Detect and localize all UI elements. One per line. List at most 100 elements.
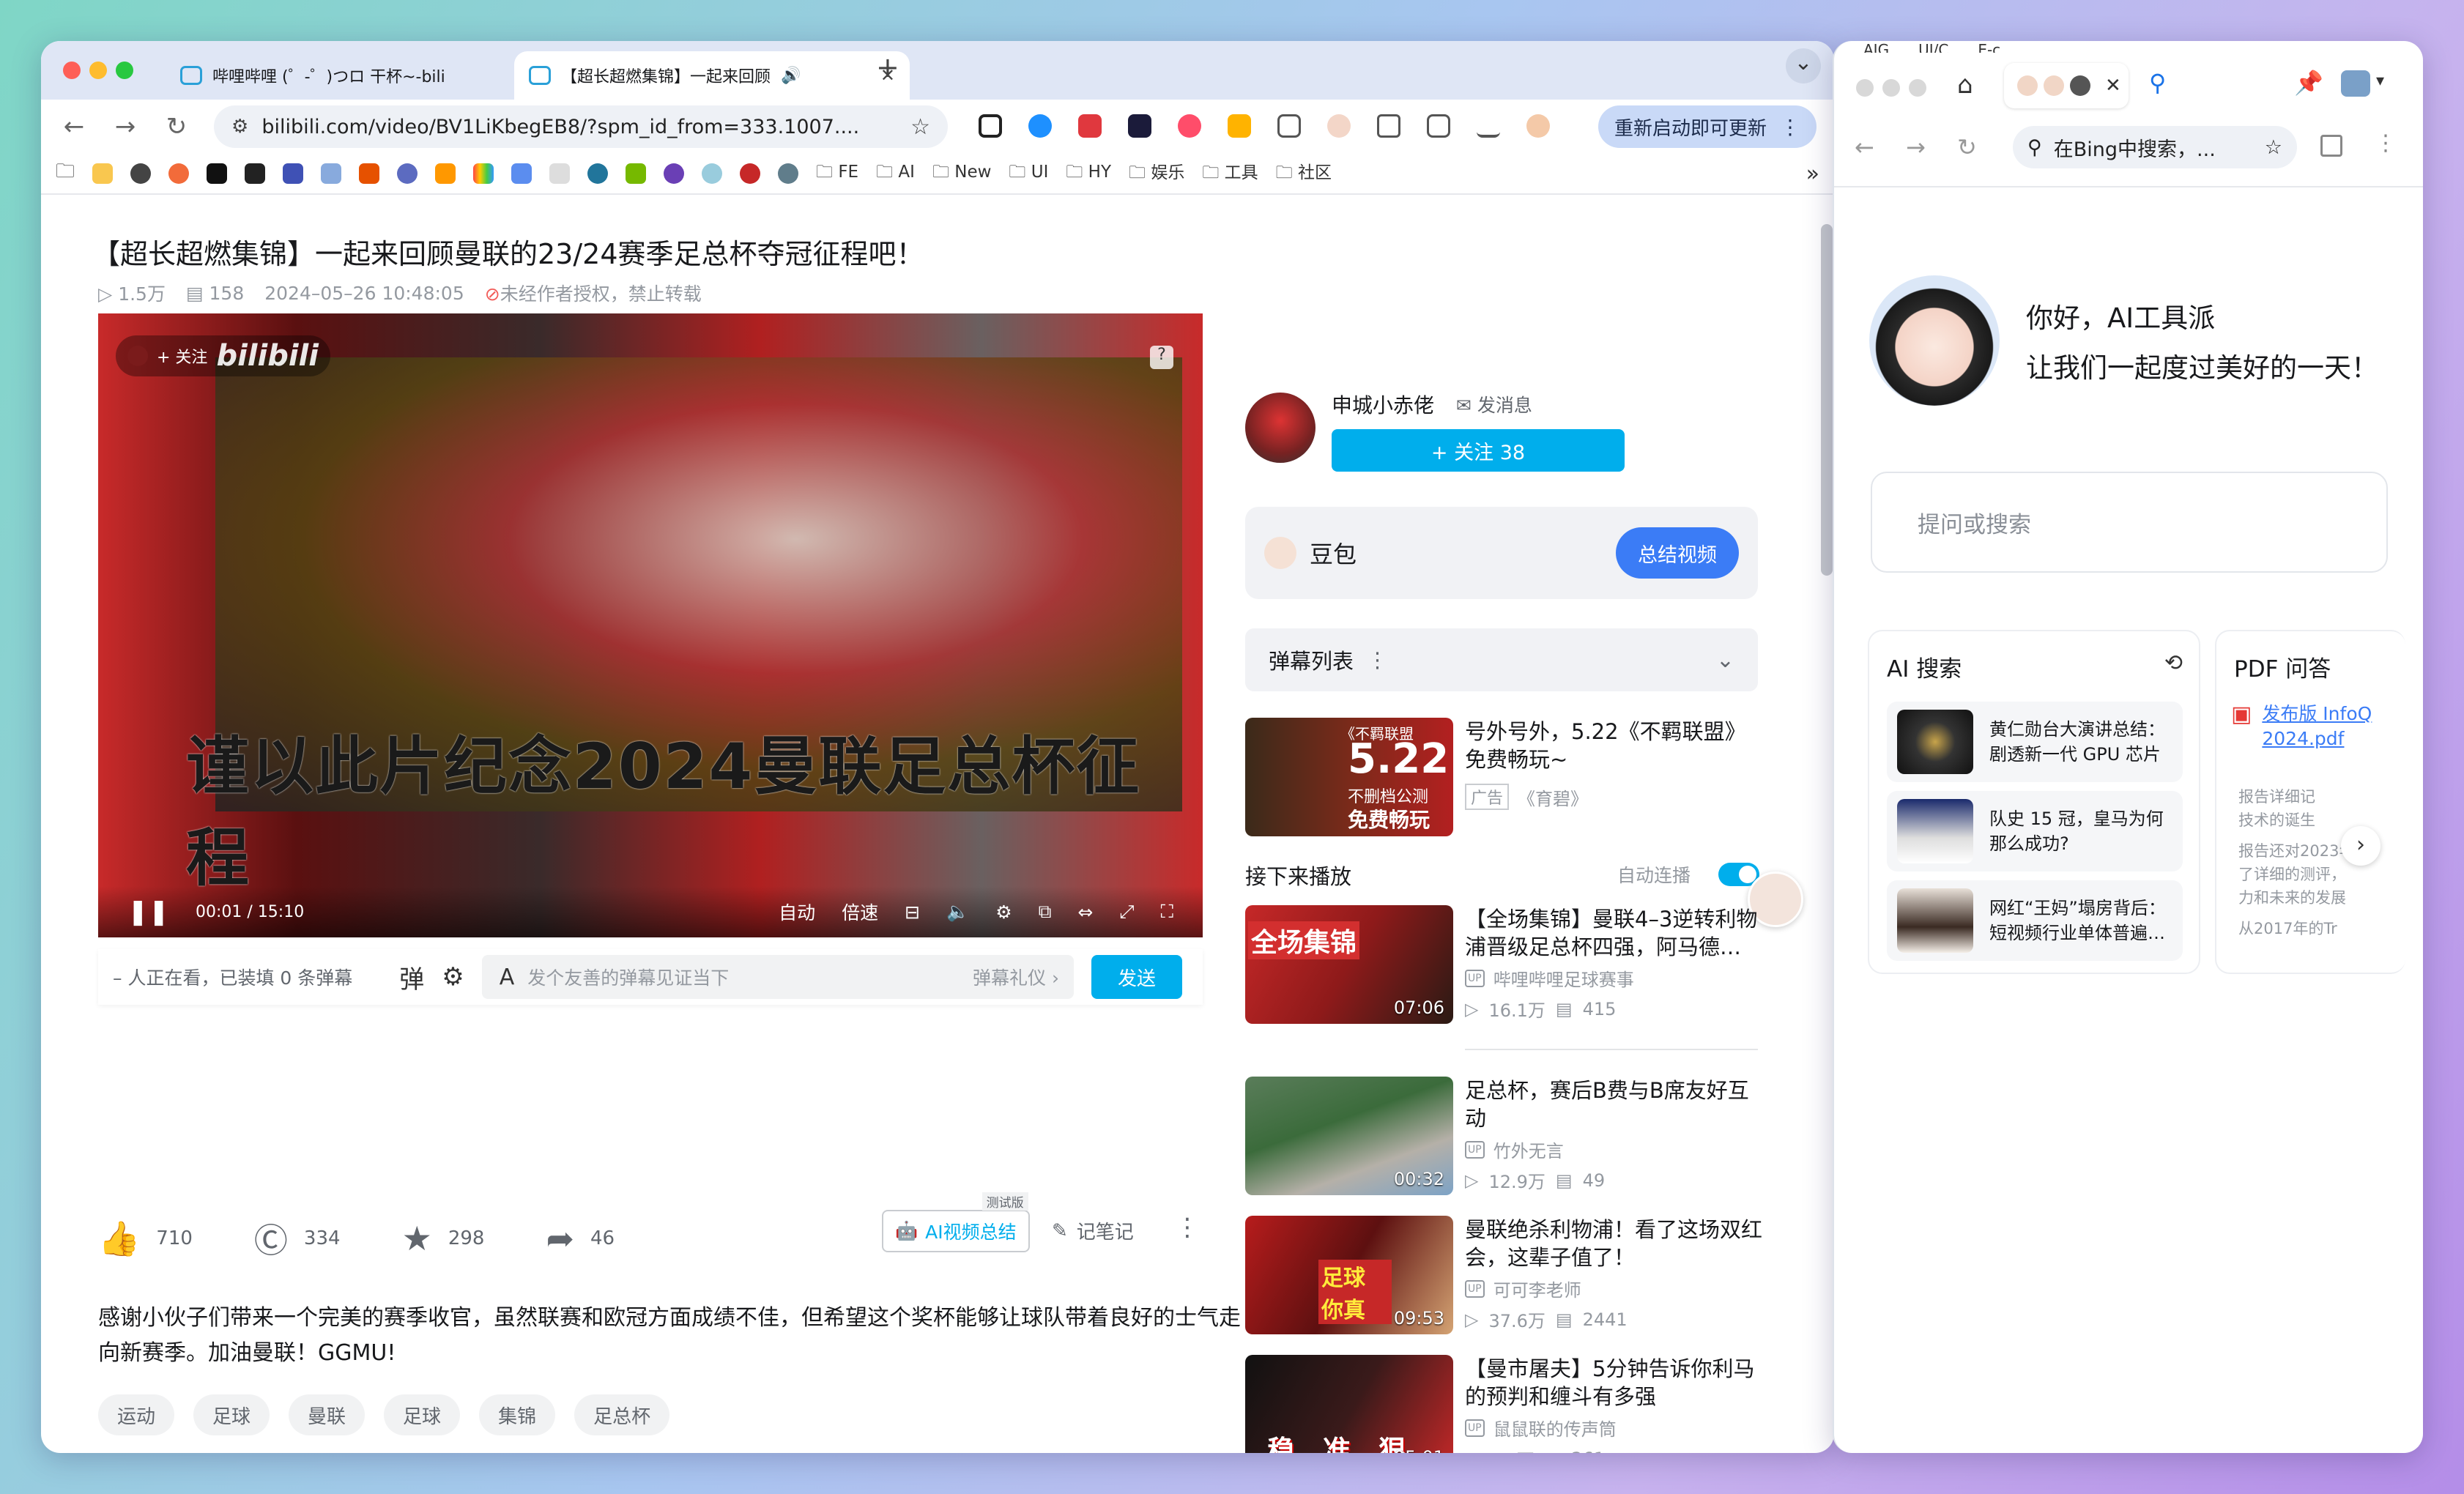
profile-avatar-icon[interactable]	[1526, 114, 1550, 138]
search-tab-icon[interactable]: ⚲	[2149, 69, 2166, 97]
danmaku-etiquette-link[interactable]: 弹幕礼仪 ›	[973, 964, 1059, 990]
close-window-button[interactable]	[1856, 79, 1874, 97]
bookmark-folder-fe[interactable]: 🗀 FE	[816, 160, 858, 188]
reading-list-icon[interactable]	[1427, 114, 1450, 138]
uploader-avatar[interactable]	[1245, 393, 1316, 463]
arc-extension-icon[interactable]	[1128, 114, 1151, 138]
menu-kebab-icon[interactable]: ⋮	[2375, 130, 2397, 156]
avatar-extension-icon[interactable]	[1327, 114, 1351, 138]
bookmark-icon[interactable]	[435, 163, 456, 184]
address-bar[interactable]: ⚙ bilibili.com/video/BV1LiKbegEB8/?spm_i…	[214, 105, 948, 148]
bookmark-icon[interactable]	[511, 163, 532, 184]
folder-icon[interactable]: 🗀	[56, 157, 75, 190]
bolt-extension-icon[interactable]	[1228, 114, 1251, 138]
side-search-bar[interactable]: ⚲ 在Bing中搜索，... ☆	[2013, 126, 2297, 168]
bookmark-icon[interactable]	[283, 163, 304, 184]
send-message-link[interactable]: ✉ 发消息	[1456, 391, 1532, 417]
tag-item[interactable]: 足球	[193, 1394, 270, 1435]
ad-card[interactable]: 《不羁联盟 5.22 不删档公测 免费畅玩 号外号外，5.22《不羁联盟》免费畅…	[1245, 718, 1758, 838]
chevron-down-icon[interactable]: ▾	[2376, 72, 2384, 90]
bookmark-folder-hy[interactable]: 🗀 HY	[1066, 160, 1111, 188]
side-tab[interactable]: ✕	[2004, 63, 2129, 108]
bookmark-icon[interactable]	[626, 163, 647, 184]
new-tab-button[interactable]: +	[876, 51, 899, 83]
pip-icon[interactable]: ⧉	[1039, 901, 1052, 923]
ai-search-item[interactable]: 队史 15 冠，皇马为何那么成功?	[1887, 791, 2183, 871]
reader-extension-icon[interactable]	[1078, 114, 1102, 138]
chevron-down-icon[interactable]: ⌄	[1716, 647, 1734, 673]
more-bookmarks-icon[interactable]: »	[1806, 161, 1819, 187]
tag-item[interactable]: 曼联	[289, 1394, 365, 1435]
bookmark-folder-entertainment[interactable]: 🗀 娱乐	[1129, 158, 1184, 189]
refresh-search-icon[interactable]: ⟲	[2164, 650, 2183, 676]
tab-search-dropdown[interactable]: ⌄	[1786, 48, 1821, 83]
ai-search-item[interactable]: 网红“王妈”塌房背后：短视频行业单体普遍…	[1887, 880, 2183, 961]
yi-extension-icon[interactable]	[1178, 114, 1201, 138]
bookmark-icon[interactable]	[473, 163, 494, 184]
minimize-window-button[interactable]	[1882, 79, 1900, 97]
profile-menu-icon[interactable]	[2341, 70, 2370, 97]
next-card-arrow-icon[interactable]: ›	[2341, 826, 2380, 866]
reload-icon[interactable]: ↻	[1957, 133, 1977, 161]
danmaku-list-more-icon[interactable]: ⋮	[1367, 647, 1388, 672]
zoom-window-button[interactable]	[1909, 79, 1926, 97]
rec-video[interactable]: 00:32 足总杯，赛后B费与B席友好互动 UP 竹外无言 ▷ 12.9万 ▤ 49	[1245, 1077, 1758, 1197]
sidebar-toggle-icon[interactable]	[2320, 135, 2342, 157]
coin-button[interactable]: Ⓒ 334	[254, 1214, 341, 1263]
speed-button[interactable]: 倍速	[842, 899, 878, 925]
subtitle-toggle-icon[interactable]: ⊟	[905, 902, 920, 923]
bookmark-folder-new[interactable]: 🗀 New	[932, 160, 991, 188]
home-icon[interactable]: ⌂	[1957, 70, 1973, 100]
tag-item[interactable]: 集锦	[479, 1394, 556, 1435]
rec-video[interactable]: 足球 你真 09:53 曼联绝杀利物浦！看了这场双红会，这辈子值了！ UP 可可李…	[1245, 1216, 1762, 1336]
uploader-name[interactable]: 申城小赤佬	[1332, 390, 1434, 419]
pause-icon[interactable]: ❚❚	[127, 897, 169, 926]
pin-icon[interactable]: 📌	[2294, 69, 2323, 97]
volume-icon[interactable]: 🔈	[946, 901, 969, 923]
tab-bilibili-home[interactable]: 哔哩哔哩 (゜-゜)つロ 干杯~-bili ✕	[166, 51, 546, 100]
bookmark-icon[interactable]	[778, 163, 799, 184]
ai-search-item[interactable]: 黄仁勋台大演讲总结：剧透新一代 GPU 芯片	[1887, 702, 2183, 782]
more-actions-icon[interactable]: ⋮	[1175, 1213, 1200, 1242]
close-tab-icon[interactable]: ✕	[2105, 75, 2121, 97]
bookmark-star-icon[interactable]: ☆	[2265, 136, 2282, 159]
danmaku-input[interactable]: A 发个友善的弹幕见证当下 弹幕礼仪 ›	[481, 955, 1074, 999]
share-button[interactable]: ➦ 46	[546, 1219, 615, 1258]
favorite-button[interactable]: ★ 298	[402, 1219, 485, 1258]
bookmark-icon[interactable]	[207, 163, 228, 184]
quality-button[interactable]: 自动	[779, 899, 815, 925]
danmaku-toggle-icon[interactable]: 弹	[399, 959, 424, 995]
ai-summary-button[interactable]: 🤖 AI视频总结 测试版	[882, 1192, 1030, 1252]
back-icon[interactable]: ←	[1855, 133, 1874, 161]
bookmark-icon[interactable]	[397, 163, 418, 184]
copy-extension-icon[interactable]	[1277, 114, 1301, 138]
menu-kebab-icon[interactable]: ⋮	[1780, 115, 1800, 139]
help-icon[interactable]: ?	[1150, 346, 1173, 369]
bookmark-folder-community[interactable]: 🗀 社区	[1276, 158, 1332, 189]
bookmark-icon[interactable]	[702, 163, 723, 184]
bookmark-icon[interactable]	[168, 163, 190, 184]
bookmark-icon[interactable]	[740, 163, 761, 184]
qr-extension-icon[interactable]	[979, 114, 1002, 138]
bookmark-icon[interactable]	[549, 163, 571, 184]
summarize-video-button[interactable]: 总结视频	[1616, 527, 1739, 579]
bookmark-star-icon[interactable]: ☆	[910, 114, 930, 140]
bookmark-icon[interactable]	[587, 163, 609, 184]
minimize-window-button[interactable]	[89, 62, 107, 79]
bookmark-folder-tools[interactable]: 🗀 工具	[1202, 158, 1258, 189]
tag-item[interactable]: 足总杯	[574, 1394, 670, 1435]
bookmark-folder-ui[interactable]: 🗀 UI	[1009, 160, 1048, 188]
zoom-window-button[interactable]	[116, 62, 133, 79]
overlay-follow-button[interactable]: + 关注 bilibili	[116, 335, 330, 376]
back-icon[interactable]: ←	[48, 112, 100, 141]
bookmark-icon[interactable]	[359, 163, 380, 184]
fullscreen-icon[interactable]: ⛶	[1160, 901, 1173, 923]
bookmark-icon[interactable]	[321, 163, 342, 184]
danmaku-list-header[interactable]: 弹幕列表 ⋮ ⌄	[1245, 628, 1758, 691]
media-controls-icon[interactable]	[1477, 114, 1500, 138]
tab-current-video[interactable]: 【超长超燃集锦】一起来回顾 🔊 ✕	[514, 51, 910, 100]
settings-icon[interactable]: ⚙	[995, 902, 1012, 923]
webfullscreen-icon[interactable]: ⤢	[1119, 901, 1134, 923]
rec-video[interactable]: 稳、准、狠 05:01 【曼市屠夫】5分钟告诉你利马的预判和缠斗有多强 UP 鼠鼠…	[1245, 1355, 1758, 1453]
update-button[interactable]: 重新启动即可更新 ⋮	[1597, 105, 1817, 148]
